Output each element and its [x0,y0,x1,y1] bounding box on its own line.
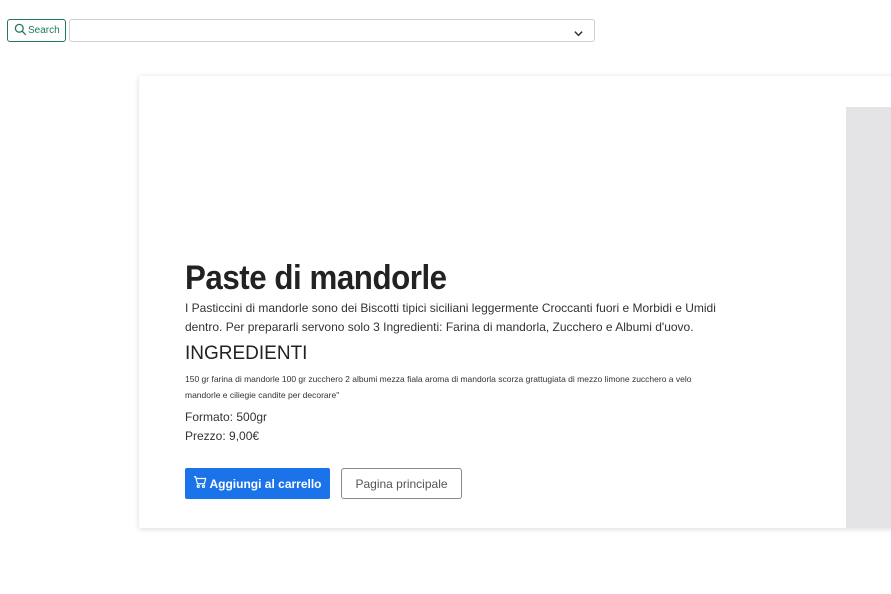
ingredients-text: 150 gr farina di mandorle 100 gr zuccher… [185,374,692,400]
product-format: Formato: 500gr [185,410,268,424]
ingredients-heading: INGREDIENTI [185,343,308,364]
search-bar: Search [7,19,595,44]
product-details: Paste di mandorle I Pasticcini di mandor… [185,258,745,446]
product-title: Paste di mandorle [185,259,447,297]
search-button[interactable]: Search [7,19,66,42]
product-card: Paste di mandorle I Pasticcini di mandor… [139,76,891,528]
home-page-button[interactable]: Pagina principale [341,468,462,499]
search-select[interactable] [69,19,595,42]
add-to-cart-label: Aggiungi al carrello [209,476,322,491]
chevron-down-icon[interactable] [573,26,584,37]
product-price: Prezzo: 9,00€ [185,429,260,443]
search-button-label: Search [28,25,60,36]
product-meta: Formato: 500gr Prezzo: 9,00€ [185,408,745,446]
product-description: I Pasticcini di mandorle sono dei Biscot… [185,301,716,334]
cart-icon [193,475,207,492]
product-actions: Aggiungi al carrello Pagina principale [185,468,462,499]
search-icon [14,23,27,39]
product-image [846,107,891,528]
add-to-cart-button[interactable]: Aggiungi al carrello [185,468,330,499]
